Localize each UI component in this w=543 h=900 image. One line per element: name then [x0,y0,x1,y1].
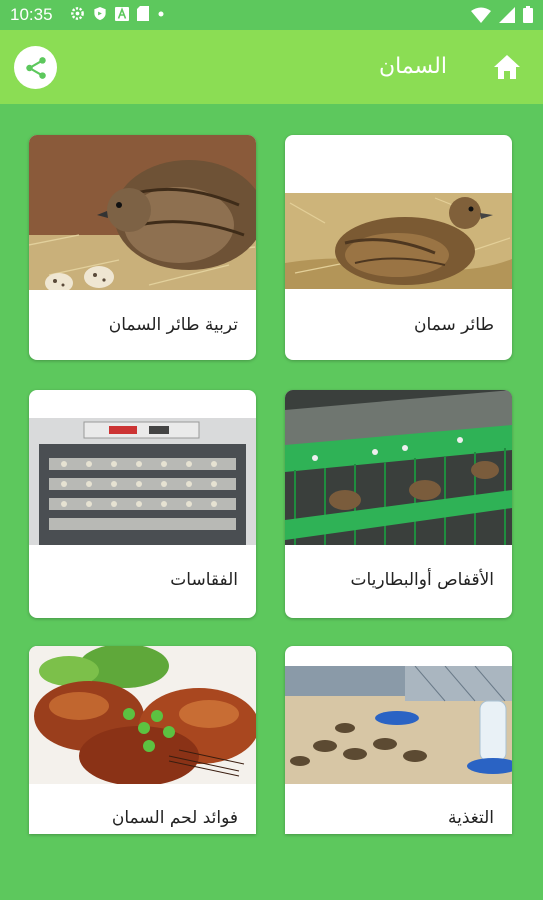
shield-icon [94,6,106,21]
card-label: الفقاسات [170,570,238,590]
battery-icon [523,6,533,23]
card-quail-breeding[interactable]: تربية طائر السمان [29,135,256,360]
cages-image [285,390,512,545]
sim-card-icon [137,6,149,21]
quail-meat-image [29,646,256,784]
quail-bird-image [285,193,512,289]
card-label: فوائد لحم السمان [111,808,238,828]
wifi-icon [471,7,491,23]
card-label: الأقفاص أوالبطاريات [350,570,495,590]
card-meat-benefits[interactable]: فوائد لحم السمان [29,646,256,834]
app-bar: السمان [0,30,543,104]
card-cages[interactable]: الأقفاص أوالبطاريات [285,390,512,618]
card-quail-bird[interactable]: طائر سمان [285,135,512,360]
status-notification-icons [70,6,165,21]
card-incubators[interactable]: الفقاسات [29,390,256,618]
card-label: تربية طائر السمان [108,315,238,335]
status-system-icons [471,6,533,23]
feeding-image [285,666,512,784]
dot-icon [158,11,164,16]
card-label: التغذية [447,808,494,828]
quail-breeding-image [29,135,256,290]
card-label: طائر سمان [414,315,494,335]
status-bar: 10:35 [0,0,543,30]
settings-icon [71,7,84,20]
card-feeding[interactable]: التغذية [285,646,512,834]
font-icon [115,6,129,21]
home-icon[interactable] [493,54,521,80]
status-time: 10:35 [10,5,53,24]
signal-icon [499,6,515,23]
share-button[interactable] [14,46,57,89]
incubators-image [29,418,256,545]
share-icon [25,56,46,79]
app-title: السمان [378,54,447,79]
